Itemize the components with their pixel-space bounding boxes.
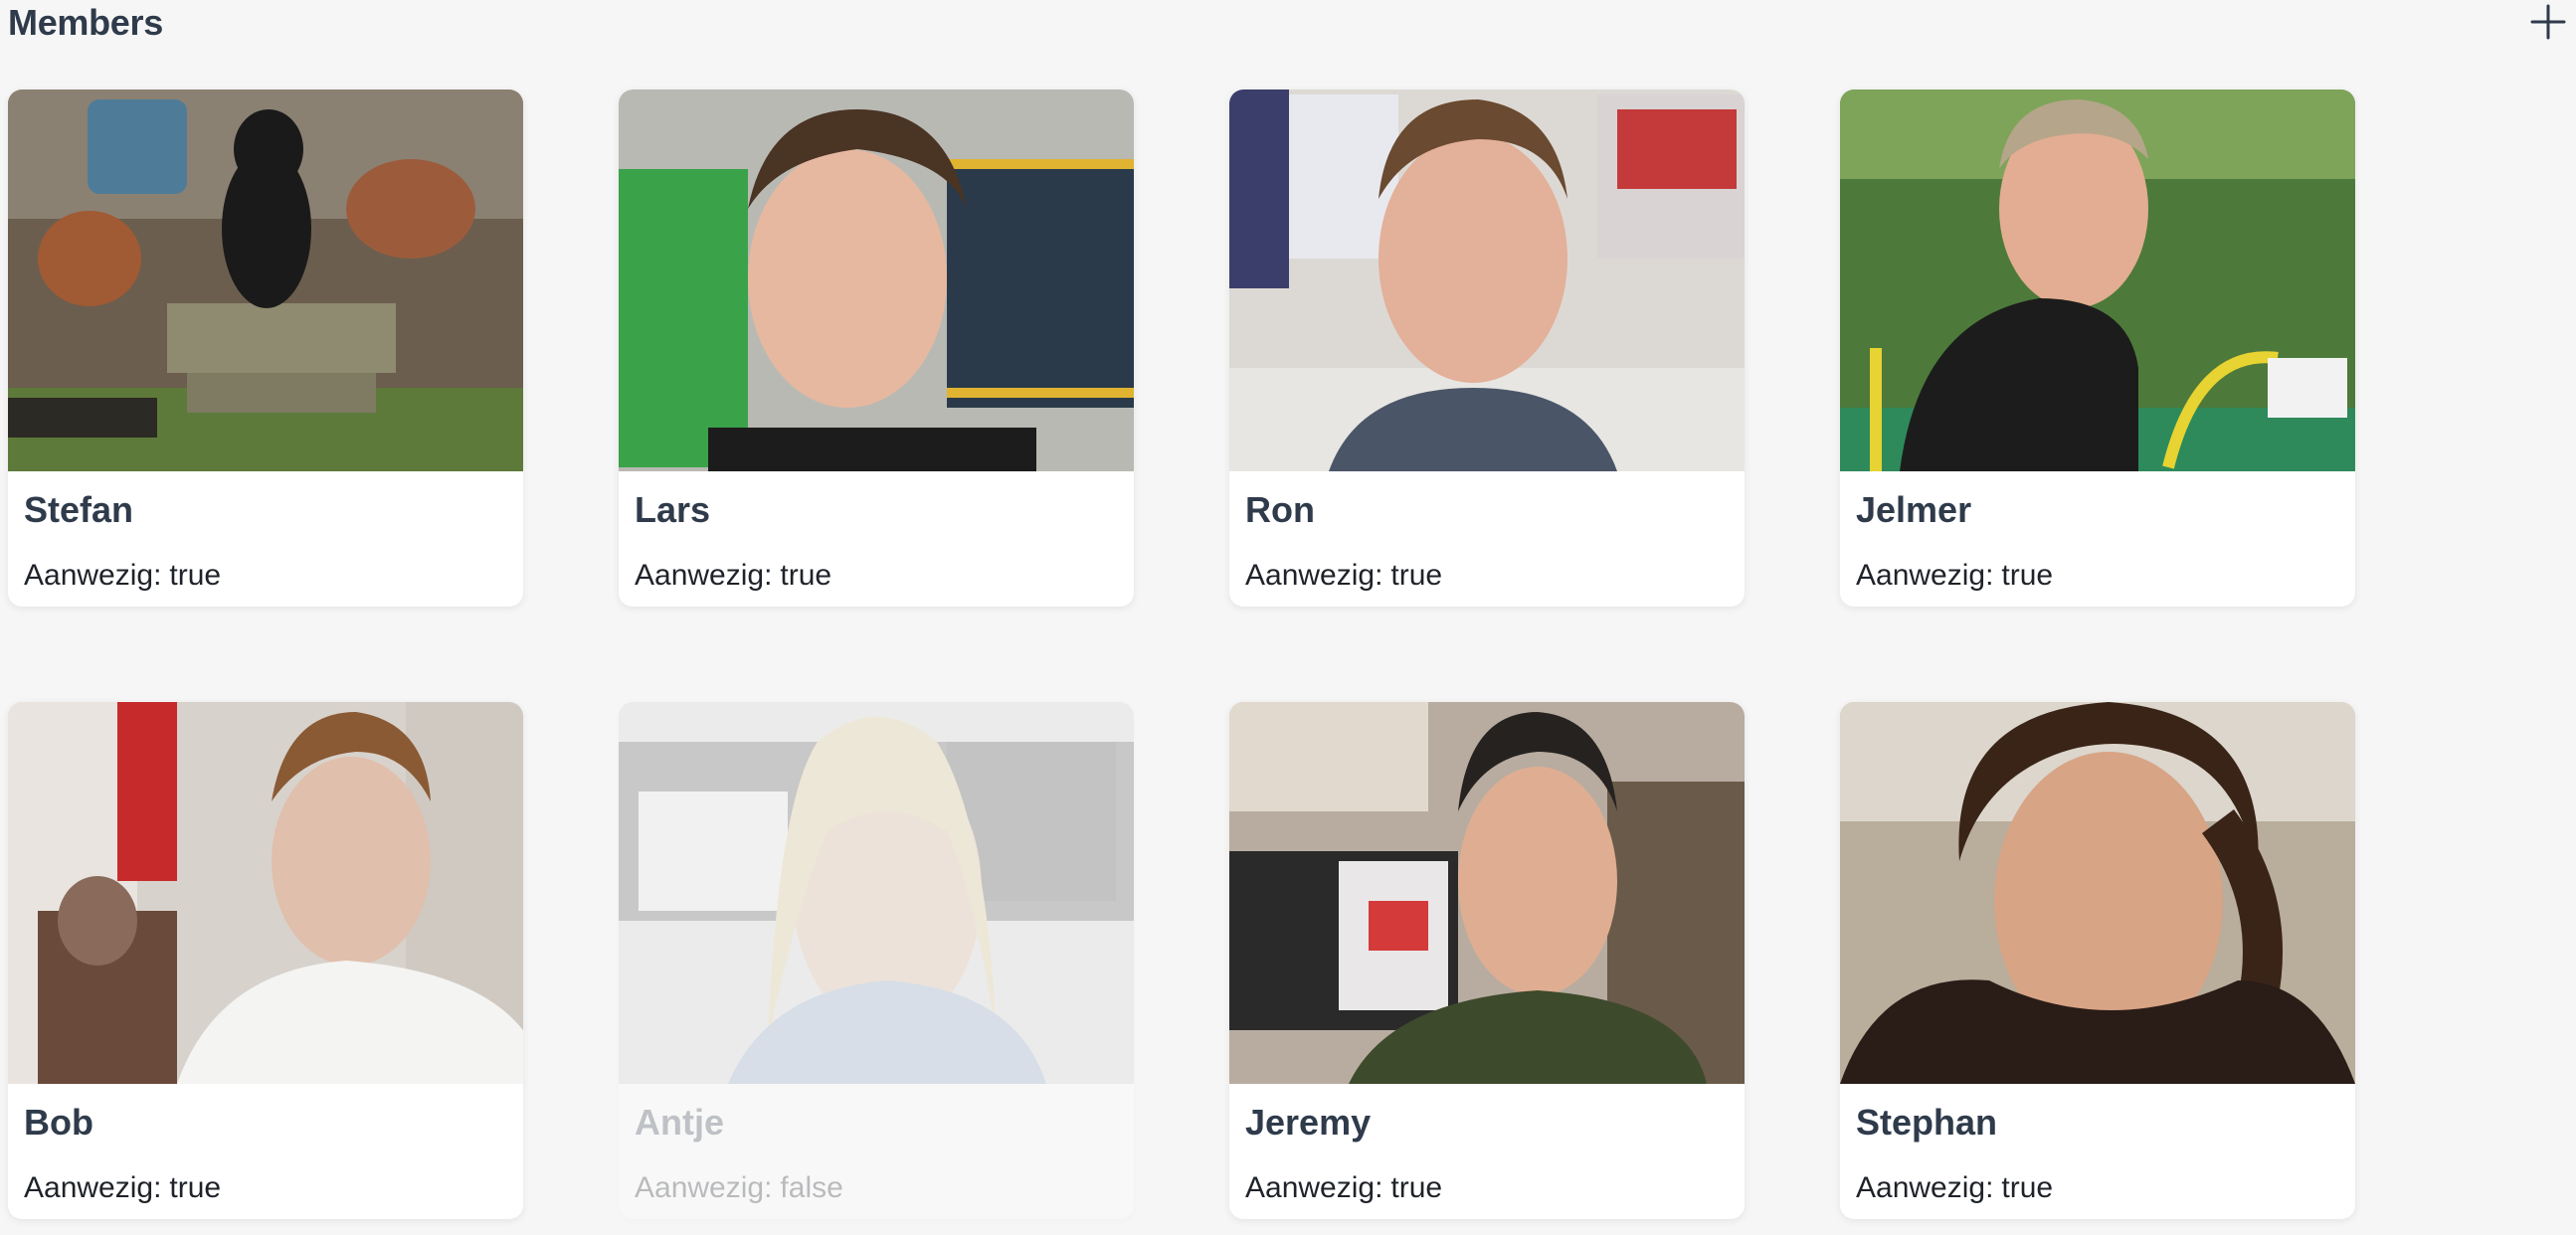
status-value: false (780, 1171, 843, 1204)
member-photo (1229, 702, 1745, 1084)
header: Members (0, 0, 2576, 50)
members-grid: Stefan Aanwezig: true Lars Aanwezig: true (8, 89, 2355, 1219)
member-photo (8, 702, 523, 1084)
status-label: Aanwezig: (1245, 559, 1383, 592)
member-card[interactable]: Jelmer Aanwezig: true (1840, 89, 2355, 607)
member-name: Bob (24, 1102, 93, 1143)
member-name: Lars (635, 489, 711, 530)
member-photo (8, 89, 523, 471)
status-value: true (169, 1171, 222, 1204)
member-card[interactable]: Jeremy Aanwezig: true (1229, 702, 1745, 1219)
member-card[interactable]: Ron Aanwezig: true (1229, 89, 1745, 607)
page-title: Members (8, 2, 163, 43)
status-label: Aanwezig: (1245, 1171, 1383, 1204)
plus-icon (2530, 4, 2566, 40)
member-photo (1229, 89, 1745, 471)
member-status: Aanwezig: true (1856, 559, 2053, 593)
member-card[interactable]: Stephan Aanwezig: true (1840, 702, 2355, 1219)
member-status: Aanwezig: true (635, 559, 831, 593)
add-member-button[interactable] (2528, 2, 2568, 42)
status-label: Aanwezig: (635, 1171, 773, 1204)
member-card[interactable]: Lars Aanwezig: true (619, 89, 1134, 607)
status-label: Aanwezig: (1856, 559, 1994, 592)
status-label: Aanwezig: (635, 559, 773, 592)
member-card[interactable]: Stefan Aanwezig: true (8, 89, 523, 607)
member-status: Aanwezig: false (635, 1171, 843, 1205)
member-name: Stephan (1856, 1102, 1998, 1143)
status-value: true (1390, 559, 1443, 592)
status-value: true (2001, 1171, 2054, 1204)
status-value: true (780, 559, 832, 592)
status-value: true (1390, 1171, 1443, 1204)
member-name: Jeremy (1245, 1102, 1372, 1143)
status-value: true (2001, 559, 2054, 592)
member-name: Jelmer (1856, 489, 1972, 530)
status-label: Aanwezig: (1856, 1171, 1994, 1204)
status-label: Aanwezig: (24, 1171, 162, 1204)
member-name: Ron (1245, 489, 1315, 530)
member-card[interactable]: Bob Aanwezig: true (8, 702, 523, 1219)
member-name: Stefan (24, 489, 134, 530)
member-status: Aanwezig: true (1856, 1171, 2053, 1205)
status-value: true (169, 559, 222, 592)
member-photo (1840, 89, 2355, 471)
member-name: Antje (635, 1102, 724, 1143)
member-card[interactable]: Antje Aanwezig: false (619, 702, 1134, 1219)
member-status: Aanwezig: true (1245, 1171, 1442, 1205)
member-status: Aanwezig: true (1245, 559, 1442, 593)
member-photo (619, 89, 1134, 471)
member-status: Aanwezig: true (24, 559, 221, 593)
member-photo (619, 702, 1134, 1084)
member-status: Aanwezig: true (24, 1171, 221, 1205)
status-label: Aanwezig: (24, 559, 162, 592)
member-photo (1840, 702, 2355, 1084)
